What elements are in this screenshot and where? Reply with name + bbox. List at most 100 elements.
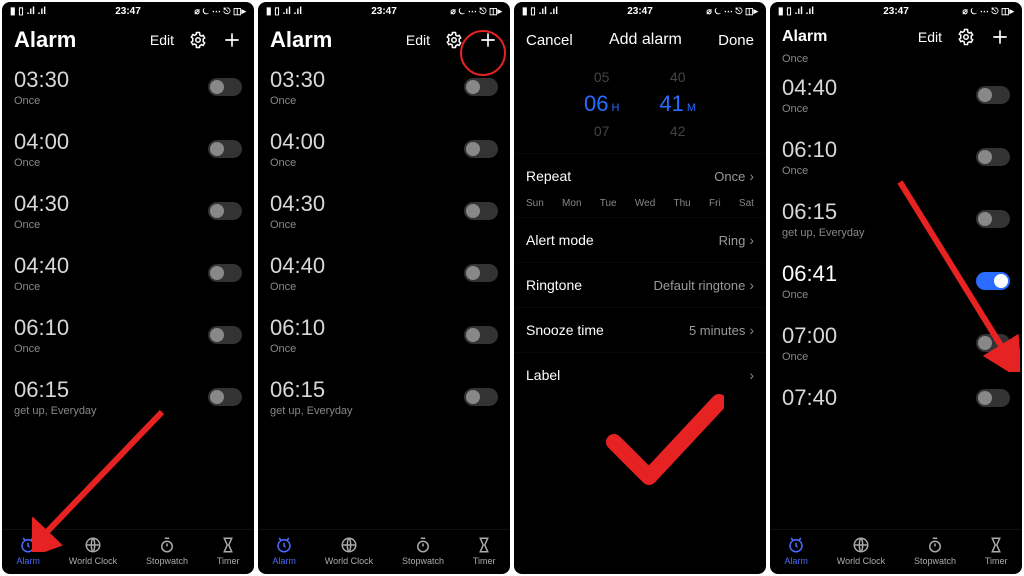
- alert-mode-label: Alert mode: [526, 232, 594, 248]
- edit-button[interactable]: Edit: [406, 32, 430, 48]
- alarm-row[interactable]: 06:10Once: [14, 305, 242, 367]
- alarm-toggle[interactable]: [464, 202, 498, 220]
- label-row[interactable]: Label ›: [514, 352, 766, 397]
- edit-button[interactable]: Edit: [918, 29, 942, 45]
- alarm-toggle[interactable]: [464, 388, 498, 406]
- alarm-row[interactable]: 06:15get up, Everyday: [270, 367, 498, 429]
- weekday[interactable]: Sun: [526, 198, 544, 209]
- alarm-sub: get up, Everyday: [782, 227, 865, 239]
- snooze-row[interactable]: Snooze time 5 minutes›: [514, 307, 766, 352]
- nav-world-clock[interactable]: World Clock: [69, 536, 117, 566]
- nav-timer[interactable]: Timer: [217, 536, 240, 566]
- add-alarm-icon[interactable]: [222, 30, 242, 50]
- alarm-toggle[interactable]: [208, 326, 242, 344]
- nav-icon: [414, 536, 432, 554]
- alarm-toggle[interactable]: [976, 148, 1010, 166]
- weekday[interactable]: Fri: [709, 198, 721, 209]
- add-alarm-icon[interactable]: [478, 30, 498, 50]
- status-right-icons: ⌀ ⏾ ⋯ ⎋ ◫▸: [962, 6, 1014, 17]
- alarm-row[interactable]: 04:40Once: [14, 243, 242, 305]
- alarm-row[interactable]: 03:30Once: [270, 57, 498, 119]
- alarm-row[interactable]: 04:30Once: [14, 181, 242, 243]
- alarm-sub: Once: [782, 103, 837, 115]
- nav-stopwatch[interactable]: Stopwatch: [146, 536, 188, 566]
- nav-world-clock[interactable]: World Clock: [325, 536, 373, 566]
- alarm-toggle[interactable]: [208, 78, 242, 96]
- alarm-row[interactable]: 07:00Once: [782, 313, 1010, 375]
- hour-picker[interactable]: 05 06H 07: [584, 69, 619, 139]
- settings-icon[interactable]: [188, 30, 208, 50]
- nav-label: Stopwatch: [146, 556, 188, 566]
- nav-label: World Clock: [325, 556, 373, 566]
- page-title: Alarm: [270, 27, 332, 53]
- alarm-time: 07:00: [782, 323, 837, 349]
- cancel-button[interactable]: Cancel: [526, 32, 573, 49]
- alarm-toggle[interactable]: [464, 78, 498, 96]
- edit-button[interactable]: Edit: [150, 32, 174, 48]
- alarm-toggle[interactable]: [464, 264, 498, 282]
- alarm-row[interactable]: 03:30Once: [14, 57, 242, 119]
- alarm-sub: get up, Everyday: [270, 405, 353, 417]
- alarm-toggle[interactable]: [976, 334, 1010, 352]
- add-alarm-icon[interactable]: [990, 27, 1010, 47]
- weekday[interactable]: Wed: [635, 198, 655, 209]
- alarm-row[interactable]: 06:15get up, Everyday: [14, 367, 242, 429]
- repeat-row[interactable]: Repeat Once›: [514, 153, 766, 198]
- alarm-toggle[interactable]: [464, 140, 498, 158]
- weekday[interactable]: Tue: [600, 198, 617, 209]
- alarm-row[interactable]: 04:40Once: [782, 65, 1010, 127]
- time-picker[interactable]: 05 06H 07 40 41M 42: [514, 59, 766, 153]
- alarm-row[interactable]: 06:10Once: [782, 127, 1010, 189]
- nav-world-clock[interactable]: World Clock: [837, 536, 885, 566]
- status-time: 23:47: [371, 6, 397, 17]
- nav-stopwatch[interactable]: Stopwatch: [914, 536, 956, 566]
- alarm-toggle[interactable]: [208, 264, 242, 282]
- minute-prev: 40: [670, 69, 686, 85]
- minute-picker[interactable]: 40 41M 42: [659, 69, 696, 139]
- alarm-row[interactable]: 04:40Once: [270, 243, 498, 305]
- alarm-time: 03:30: [14, 67, 69, 93]
- done-button[interactable]: Done: [718, 32, 754, 49]
- alarm-row[interactable]: 06:41Once: [782, 251, 1010, 313]
- status-time: 23:47: [115, 6, 141, 17]
- alarm-row[interactable]: 07:40: [782, 375, 1010, 423]
- chevron-right-icon: ›: [749, 367, 754, 383]
- alarm-time: 07:40: [782, 385, 837, 411]
- hour-selected: 06H: [584, 91, 619, 117]
- nav-timer[interactable]: Timer: [985, 536, 1008, 566]
- nav-alarm[interactable]: Alarm: [784, 536, 808, 566]
- settings-icon[interactable]: [956, 27, 976, 47]
- alarm-sub: Once: [14, 157, 69, 169]
- nav-label: Alarm: [272, 556, 296, 566]
- nav-alarm[interactable]: Alarm: [16, 536, 40, 566]
- nav-timer[interactable]: Timer: [473, 536, 496, 566]
- alarm-row[interactable]: 06:15get up, Everyday: [782, 189, 1010, 251]
- weekday[interactable]: Thu: [674, 198, 691, 209]
- ringtone-row[interactable]: Ringtone Default ringtone›: [514, 262, 766, 307]
- alarm-row[interactable]: 04:00Once: [270, 119, 498, 181]
- alarm-row[interactable]: 04:30Once: [270, 181, 498, 243]
- alarm-row[interactable]: 06:10Once: [270, 305, 498, 367]
- settings-icon[interactable]: [444, 30, 464, 50]
- alarm-list: 03:30Once04:00Once04:30Once04:40Once06:1…: [258, 57, 510, 529]
- nav-alarm[interactable]: Alarm: [272, 536, 296, 566]
- annotation-checkmark: [604, 392, 724, 492]
- nav-stopwatch[interactable]: Stopwatch: [402, 536, 444, 566]
- alert-mode-row[interactable]: Alert mode Ring›: [514, 217, 766, 262]
- status-right-icons: ⌀ ⏾ ⋯ ⎋ ◫▸: [194, 6, 246, 17]
- alarm-toggle[interactable]: [208, 388, 242, 406]
- nav-icon: [475, 536, 493, 554]
- status-bar: ▮ ▯ .ıl .ıl 23:47 ⌀ ⏾ ⋯ ⎋ ◫▸: [770, 2, 1022, 21]
- alarm-toggle[interactable]: [976, 86, 1010, 104]
- alarm-toggle[interactable]: [464, 326, 498, 344]
- alarm-toggle[interactable]: [976, 272, 1010, 290]
- nav-label: Timer: [985, 556, 1008, 566]
- alarm-row[interactable]: 04:00Once: [14, 119, 242, 181]
- alarm-toggle[interactable]: [208, 140, 242, 158]
- alarm-toggle[interactable]: [976, 210, 1010, 228]
- nav-label: Stopwatch: [914, 556, 956, 566]
- alarm-toggle[interactable]: [208, 202, 242, 220]
- weekday[interactable]: Mon: [562, 198, 581, 209]
- alarm-toggle[interactable]: [976, 389, 1010, 407]
- weekday[interactable]: Sat: [739, 198, 754, 209]
